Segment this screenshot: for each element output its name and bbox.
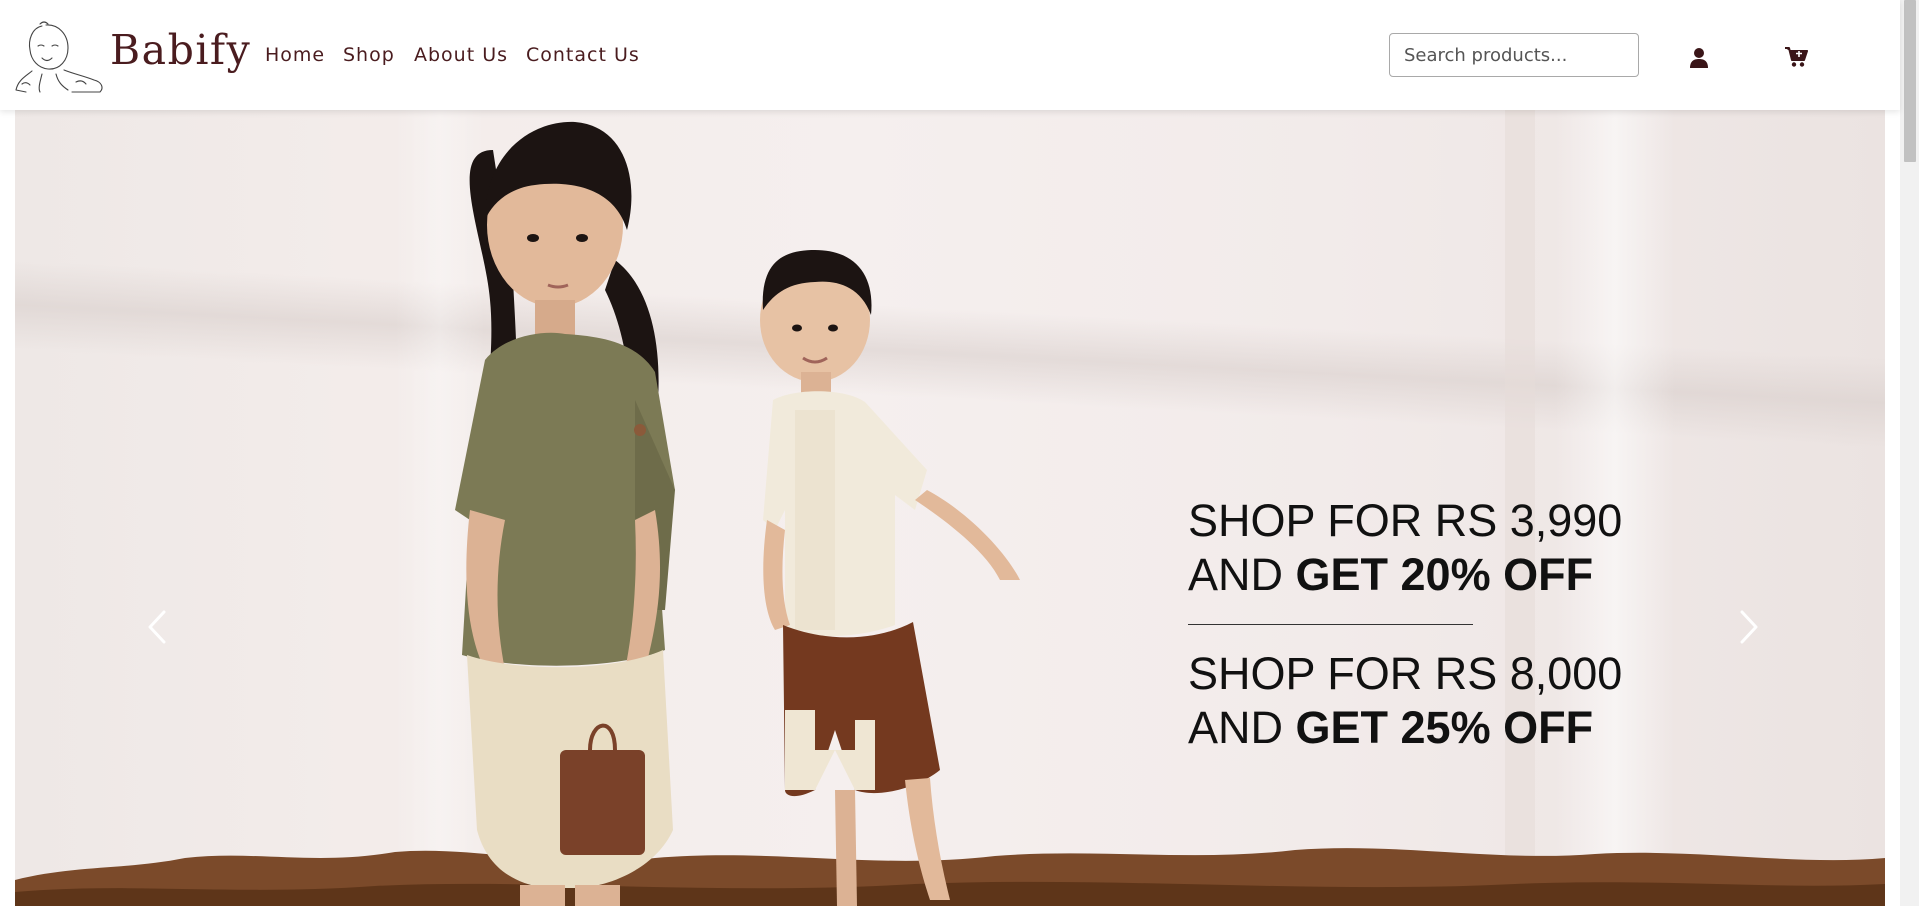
- nav-contact-us[interactable]: Contact Us: [526, 44, 640, 66]
- promo-text: SHOP FOR RS 3,990 AND GET 20% OFF SHOP F…: [1188, 494, 1622, 755]
- promo-offer1-line1: SHOP FOR RS 3,990: [1188, 495, 1623, 546]
- nav-about-us[interactable]: About Us: [414, 44, 508, 66]
- promo-offer2-line1: SHOP FOR RS 8,000: [1188, 648, 1623, 699]
- carousel-prev-button[interactable]: [138, 607, 178, 647]
- promo-offer1-line2: AND GET 20% OFF: [1188, 548, 1622, 602]
- chevron-right-icon: [1740, 610, 1758, 644]
- navbar: Babify Home Shop About Us Contact Us: [0, 0, 1900, 110]
- promo-offer2-prefix: AND: [1188, 702, 1296, 753]
- promo-divider: [1188, 624, 1473, 625]
- logo-icon[interactable]: [12, 16, 110, 96]
- promo-offer2-line2: AND GET 25% OFF: [1188, 701, 1622, 755]
- girl-figure: [455, 121, 675, 906]
- promo-offer1-discount: GET 20% OFF: [1295, 549, 1594, 600]
- user-icon[interactable]: [1689, 47, 1709, 69]
- search-input[interactable]: [1389, 33, 1639, 77]
- scrollbar-thumb[interactable]: [1904, 0, 1916, 162]
- promo-offer1-prefix: AND: [1188, 549, 1296, 600]
- hero-carousel: SHOP FOR RS 3,990 AND GET 20% OFF SHOP F…: [15, 110, 1885, 906]
- carousel-next-button[interactable]: [1728, 607, 1768, 647]
- nav-shop[interactable]: Shop: [343, 44, 395, 66]
- nav-home[interactable]: Home: [265, 44, 325, 66]
- brand-name[interactable]: Babify: [110, 26, 251, 74]
- chevron-left-icon: [148, 610, 166, 644]
- cart-icon[interactable]: [1784, 46, 1808, 68]
- promo-offer2-discount: GET 25% OFF: [1295, 702, 1594, 753]
